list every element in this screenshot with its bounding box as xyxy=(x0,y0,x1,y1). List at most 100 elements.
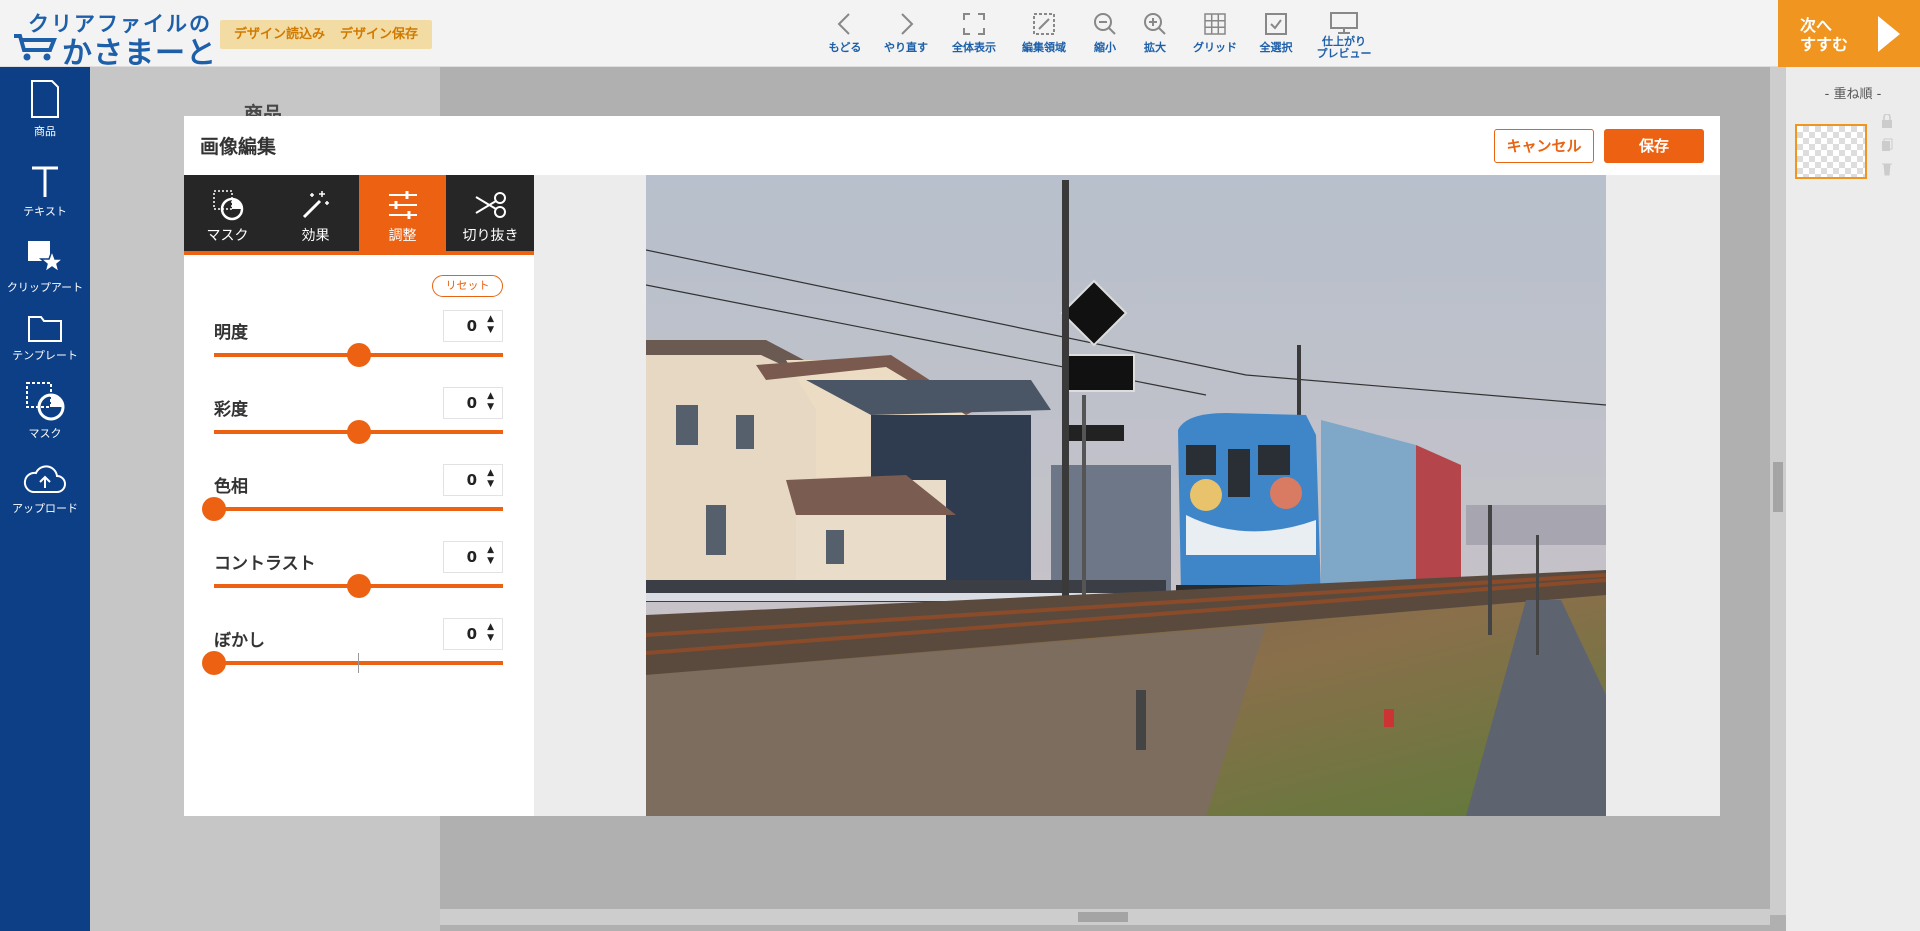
adjust-row-saturation: 彩度 0 ▲ ▼ xyxy=(214,387,504,447)
saturation-slider[interactable] xyxy=(214,420,503,444)
sidebar-item-template[interactable]: テンプレート xyxy=(0,313,90,363)
preview-label-2: プレビュー xyxy=(1316,47,1372,60)
cancel-button[interactable]: キャンセル xyxy=(1494,129,1594,163)
tab-adjust[interactable]: 調整 xyxy=(359,175,446,251)
save-button[interactable]: 保存 xyxy=(1604,129,1704,163)
image-preview-area xyxy=(534,175,1720,816)
sliders-icon xyxy=(388,191,417,219)
layer-panel: - 重ね順 - xyxy=(1786,67,1920,931)
brightness-slider-knob[interactable] xyxy=(346,343,371,367)
layer-panel-title: - 重ね順 - xyxy=(1824,87,1882,102)
save-design-button[interactable]: デザイン保存 xyxy=(326,20,433,49)
sidebar-label-mask: マスク xyxy=(28,427,62,440)
next-label-2: すすむ xyxy=(1800,35,1849,54)
text-icon xyxy=(32,166,58,197)
preview-button[interactable]: 仕上がり プレビュー xyxy=(1312,12,1376,60)
edit-area-label: 編集領域 xyxy=(1022,41,1066,54)
zoom-in-label: 拡大 xyxy=(1144,41,1166,54)
adjust-row-contrast: コントラスト 0 ▲ ▼ xyxy=(214,541,504,601)
sidebar-label-template: テンプレート xyxy=(12,349,78,362)
tab-effects[interactable]: 効果 xyxy=(272,175,359,251)
sidebar-label-clipart: クリップアート xyxy=(6,281,84,294)
sidebar-label-product: 商品 xyxy=(34,125,56,138)
fit-screen-button[interactable]: 全体表示 xyxy=(942,12,1006,54)
magic-wand-icon xyxy=(302,191,329,219)
tab-mask-label: マスク xyxy=(206,228,249,244)
stepper-icon[interactable]: ▲ ▼ xyxy=(487,545,494,567)
adjust-row-hue: 色相 0 ▲ ▼ xyxy=(202,464,504,524)
chevron-left-icon xyxy=(837,13,850,35)
grid-label: グリッド xyxy=(1193,41,1237,54)
saturation-value: 0 xyxy=(466,394,477,412)
blur-slider-knob[interactable] xyxy=(202,651,226,675)
zoom-out-icon xyxy=(1094,13,1116,35)
next-button[interactable]: 次へ すすむ xyxy=(1778,0,1920,67)
grid-button[interactable]: グリッド xyxy=(1183,12,1247,54)
folder-icon xyxy=(28,316,62,342)
fit-screen-icon xyxy=(963,13,985,35)
hue-input[interactable]: 0 ▲ ▼ xyxy=(443,464,503,496)
zoom-in-icon xyxy=(1144,13,1166,35)
sidebar-label-upload: アップロード xyxy=(12,502,78,515)
stepper-icon[interactable]: ▲ ▼ xyxy=(487,314,494,336)
adjust-panel: リセット 明度 0 ▲ ▼ 彩度 0 ▲ ▼ 色相 0 ▲ ▼ コントラスト 0 ▲ ▼ ぼかし… xyxy=(184,255,534,816)
next-label-1: 次へ xyxy=(1800,16,1833,35)
adjust-row-blur: ぼかし 0 ▲ ▼ xyxy=(202,618,504,678)
select-all-icon xyxy=(1265,13,1287,35)
sidebar-label-text: テキスト xyxy=(23,205,67,218)
contrast-label: コントラスト xyxy=(214,554,316,574)
edit-area-button[interactable]: 編集領域 xyxy=(1012,12,1076,54)
brightness-input[interactable]: 0 ▲ ▼ xyxy=(443,310,503,342)
monitor-icon xyxy=(1330,12,1358,34)
hue-slider[interactable] xyxy=(202,497,503,521)
hue-slider-knob[interactable] xyxy=(202,497,226,521)
sidebar-item-upload[interactable]: アップロード xyxy=(0,462,90,516)
tab-adjust-label: 調整 xyxy=(388,228,417,244)
select-all-button[interactable]: 全選択 xyxy=(1244,12,1308,54)
hue-value: 0 xyxy=(466,471,477,489)
contrast-slider-knob[interactable] xyxy=(346,574,371,598)
brightness-slider[interactable] xyxy=(214,343,503,367)
tab-mask[interactable]: マスク xyxy=(184,175,271,251)
grid-icon xyxy=(1204,13,1226,35)
undo-label: もどる xyxy=(828,41,862,54)
contrast-input[interactable]: 0 ▲ ▼ xyxy=(443,541,503,573)
mask-icon xyxy=(26,382,65,421)
stepper-icon[interactable]: ▲ ▼ xyxy=(487,622,494,644)
blur-center-tick xyxy=(358,653,359,673)
brightness-label: 明度 xyxy=(214,323,248,343)
sidebar-item-product[interactable]: 商品 xyxy=(0,79,90,139)
chevron-right-icon xyxy=(901,13,914,35)
tab-crop[interactable]: 切り抜き xyxy=(447,175,534,251)
sidebar-item-mask[interactable]: マスク xyxy=(0,381,90,441)
scissors-icon xyxy=(474,192,506,218)
tab-crop-label: 切り抜き xyxy=(462,228,519,244)
saturation-slider-knob[interactable] xyxy=(346,420,371,444)
brightness-value: 0 xyxy=(466,317,477,335)
mask-icon xyxy=(212,190,243,221)
blur-input[interactable]: 0 ▲ ▼ xyxy=(443,618,503,650)
cart-icon xyxy=(14,34,57,61)
redo-label: やり直す xyxy=(884,41,928,54)
sidebar-item-clipart[interactable]: クリップアート xyxy=(0,239,90,295)
edited-photo xyxy=(646,175,1606,816)
undo-button[interactable]: もどる xyxy=(813,12,877,54)
tab-effects-label: 効果 xyxy=(301,228,330,244)
sidebar-item-text[interactable]: テキスト xyxy=(0,165,90,219)
edit-tabs: マスク 効果 調整 切り抜き xyxy=(184,175,534,255)
image-edit-modal: 画像編集 キャンセル 保存 マスク 効果 調整 切り抜き リセット 明度 0 ▲ ▼… xyxy=(184,116,1720,816)
redo-button[interactable]: やり直す xyxy=(874,12,938,54)
stepper-icon[interactable]: ▲ ▼ xyxy=(487,468,494,490)
product-icon xyxy=(31,80,59,118)
reset-button[interactable]: リセット xyxy=(432,275,503,297)
stepper-icon[interactable]: ▲ ▼ xyxy=(487,391,494,413)
contrast-value: 0 xyxy=(466,548,477,566)
layer-thumbnail[interactable] xyxy=(1795,124,1867,179)
blur-slider[interactable] xyxy=(202,651,503,675)
contrast-slider[interactable] xyxy=(214,574,503,598)
load-design-button[interactable]: デザイン読込み xyxy=(220,20,340,49)
layer-actions xyxy=(1882,114,1893,176)
logo[interactable]: クリアファイルの かさまーと xyxy=(12,6,216,71)
zoom-in-button[interactable]: 拡大 xyxy=(1123,12,1187,54)
saturation-input[interactable]: 0 ▲ ▼ xyxy=(443,387,503,419)
